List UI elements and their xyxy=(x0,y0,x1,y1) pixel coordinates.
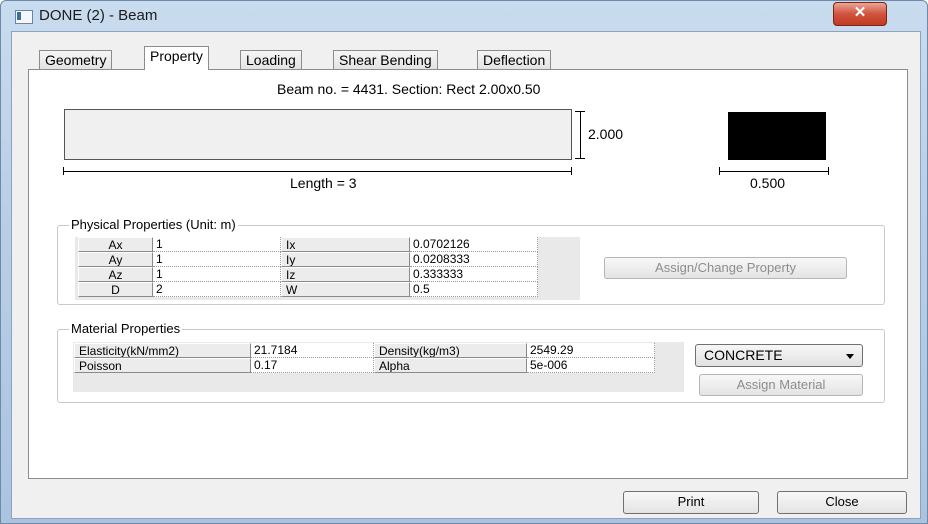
width-dimension-label: 0.500 xyxy=(750,175,786,191)
assign-change-property-button[interactable]: Assign/Change Property xyxy=(604,257,847,279)
tab-loading[interactable]: Loading xyxy=(240,50,302,69)
height-dimension-label: 2.000 xyxy=(588,126,624,142)
width-dimension-line xyxy=(719,171,828,172)
grid-value-ax[interactable]: 1 xyxy=(153,237,281,252)
chevron-down-icon xyxy=(846,354,854,359)
grid-value-poisson[interactable]: 0.17 xyxy=(251,358,374,373)
grid-value-d[interactable]: 2 xyxy=(153,282,281,297)
length-dimension-line xyxy=(63,171,571,172)
grid-key-az: Az xyxy=(78,267,153,282)
grid-key-density: Density(kg/m3) xyxy=(374,343,527,358)
grid-value-az[interactable]: 1 xyxy=(153,267,281,282)
assign-material-button[interactable]: Assign Material xyxy=(699,374,863,396)
length-dimension-tick-left xyxy=(63,167,64,175)
height-dimension-tick-bottom xyxy=(575,158,585,159)
grid-value-iy[interactable]: 0.0208333 xyxy=(410,252,538,267)
height-dimension-line xyxy=(580,111,581,158)
grid-key-w: W xyxy=(281,282,410,297)
window-app-icon xyxy=(15,10,33,24)
grid-key-ay: Ay xyxy=(78,252,153,267)
grid-value-elasticity[interactable]: 21.7184 xyxy=(251,343,374,358)
material-type-select[interactable]: CONCRETE xyxy=(695,344,863,367)
grid-key-iy: Iy xyxy=(281,252,410,267)
grid-key-ax: Ax xyxy=(78,237,153,252)
grid-key-ix: Ix xyxy=(281,237,410,252)
print-button[interactable]: Print xyxy=(623,491,759,514)
section-caption: Beam no. = 4431. Section: Rect 2.00x0.50 xyxy=(277,81,541,97)
grid-value-iz[interactable]: 0.333333 xyxy=(410,267,538,282)
length-dimension-tick-right xyxy=(571,167,572,175)
grid-value-ay[interactable]: 1 xyxy=(153,252,281,267)
grid-key-elasticity: Elasticity(kN/mm2) xyxy=(74,343,251,358)
window-title: DONE (2) - Beam xyxy=(39,7,158,24)
width-dimension-tick-right xyxy=(828,167,829,175)
grid-key-d: D xyxy=(78,282,153,297)
grid-key-iz: Iz xyxy=(281,267,410,282)
tab-property[interactable]: Property xyxy=(144,46,209,70)
grid-value-density[interactable]: 2549.29 xyxy=(527,343,655,358)
height-dimension-tick-top xyxy=(575,111,585,112)
grid-value-w[interactable]: 0.5 xyxy=(410,282,538,297)
tab-deflection[interactable]: Deflection xyxy=(477,50,552,69)
close-button[interactable]: Close xyxy=(777,491,907,514)
beam-dialog-window: DONE (2) - Beam ✕ Geometry Property Load… xyxy=(0,0,928,524)
material-properties-title: Material Properties xyxy=(69,321,183,336)
material-type-value: CONCRETE xyxy=(704,347,783,363)
beam-elevation-rect xyxy=(64,109,572,160)
grid-key-poisson: Poisson xyxy=(74,358,251,373)
length-dimension-label: Length = 3 xyxy=(290,175,357,191)
grid-value-alpha[interactable]: 5e-006 xyxy=(527,358,655,373)
grid-key-alpha: Alpha xyxy=(374,358,527,373)
width-dimension-tick-left xyxy=(719,167,720,175)
grid-value-ix[interactable]: 0.0702126 xyxy=(410,237,538,252)
tab-geometry[interactable]: Geometry xyxy=(39,50,113,69)
window-close-button[interactable]: ✕ xyxy=(833,2,887,26)
physical-properties-title: Physical Properties (Unit: m) xyxy=(69,217,238,232)
title-bar[interactable]: DONE (2) - Beam ✕ xyxy=(1,1,927,31)
cross-section-shape xyxy=(728,112,826,160)
tab-shear-bending[interactable]: Shear Bending xyxy=(333,50,438,69)
